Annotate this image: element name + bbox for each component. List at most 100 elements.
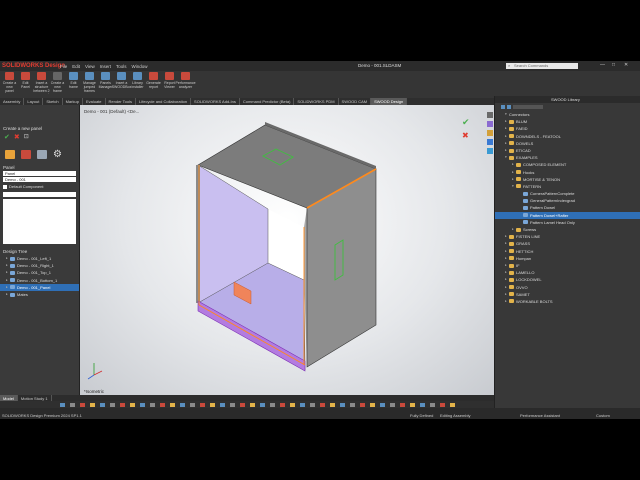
- design-tree-item[interactable]: ▸ Demo - 001_Bottom_1: [0, 277, 79, 284]
- library-item[interactable]: Pattern Dowel+Rafter: [495, 211, 640, 219]
- command-tab[interactable]: Markup: [63, 98, 83, 105]
- ribbon-button[interactable]: Performance analyzer: [175, 71, 196, 98]
- ribbon-button[interactable]: Generate report: [146, 71, 161, 98]
- cancel-icon[interactable]: ✖: [14, 133, 20, 141]
- strip-icon[interactable]: [190, 403, 195, 407]
- strip-icon[interactable]: [420, 403, 425, 407]
- command-tab[interactable]: Assembly: [0, 98, 25, 105]
- strip-icon[interactable]: [270, 403, 275, 407]
- search-commands-input[interactable]: Search Commands: [506, 63, 578, 69]
- command-tab[interactable]: Render Tools: [106, 98, 137, 105]
- menu-view[interactable]: View: [85, 64, 95, 69]
- strip-icon[interactable]: [430, 403, 435, 407]
- command-tab[interactable]: SWOOD CAM: [339, 98, 372, 105]
- design-tree-item[interactable]: ▸ Demo - 001_Left_1: [0, 255, 79, 262]
- ribbon-button[interactable]: Create a new frame: [50, 71, 65, 98]
- library-item[interactable]: Pattern Dowel: [495, 204, 640, 211]
- ribbon-button[interactable]: Create a new panel: [2, 71, 17, 98]
- taskpane-library-icon[interactable]: [486, 130, 493, 136]
- strip-icon[interactable]: [440, 403, 445, 407]
- status-units[interactable]: Custom: [596, 413, 610, 418]
- command-tab[interactable]: Lifecycle and Collaboration: [136, 98, 192, 105]
- library-item[interactable]: GeneralPatternIndexgrad: [495, 197, 640, 204]
- strip-icon[interactable]: [170, 403, 175, 407]
- command-tab[interactable]: Layout: [24, 98, 44, 105]
- strip-icon[interactable]: [240, 403, 245, 407]
- taskpane-swood-icon[interactable]: [486, 148, 493, 154]
- strip-icon[interactable]: [180, 403, 185, 407]
- cancel-x-icon[interactable]: ✖: [462, 131, 469, 140]
- strip-icon[interactable]: [110, 403, 115, 407]
- library-item[interactable]: ▸ FISTEN LINE: [495, 233, 640, 240]
- strip-icon[interactable]: [220, 403, 225, 407]
- graphics-viewport[interactable]: Demo - 001 (Default) <De... ✔ ✖ *Isometr…: [80, 105, 494, 395]
- library-icon[interactable]: [37, 150, 47, 159]
- library-item[interactable]: CorneraPatternComplete: [495, 190, 640, 197]
- strip-icon[interactable]: [390, 403, 395, 407]
- strip-icon[interactable]: [350, 403, 355, 407]
- ribbon-button[interactable]: Library installer: [130, 71, 145, 98]
- strip-icon[interactable]: [330, 403, 335, 407]
- strip-icon[interactable]: [60, 403, 65, 407]
- strip-icon[interactable]: [100, 403, 105, 407]
- design-tree-item[interactable]: ▸ Demo - 001_Right_1: [0, 262, 79, 269]
- menu-edit[interactable]: Edit: [72, 64, 80, 69]
- ribbon-button[interactable]: Insert a SWOODBox: [112, 71, 131, 98]
- status-assistant[interactable]: Performance Assistant: [520, 413, 560, 418]
- strip-icon[interactable]: [250, 403, 255, 407]
- library-item[interactable]: ▸ DOWNDELS - FEATOOL: [495, 133, 640, 140]
- menu-insert[interactable]: Insert: [100, 64, 111, 69]
- taskpane-resources-icon[interactable]: [486, 121, 493, 127]
- panel-name-field[interactable]: Panel: [3, 171, 76, 176]
- design-tree-item[interactable]: ▸ Demo - 001_Panel: [0, 283, 79, 291]
- strip-icon[interactable]: [400, 403, 405, 407]
- library-item[interactable]: ▸ BLUM: [495, 118, 640, 125]
- panel-parent-field[interactable]: Demo - 001: [3, 177, 76, 182]
- strip-icon[interactable]: [90, 403, 95, 407]
- menu-tools[interactable]: Tools: [116, 64, 127, 69]
- command-tab[interactable]: SOLIDWORKS PDM: [294, 98, 339, 105]
- menu-window[interactable]: Window: [132, 64, 148, 69]
- strip-icon[interactable]: [130, 403, 135, 407]
- library-toolbar-icon[interactable]: [501, 105, 505, 109]
- ribbon-button[interactable]: Edit Panel: [18, 71, 33, 98]
- strip-icon[interactable]: [320, 403, 325, 407]
- library-root[interactable]: ▾ Connectors: [495, 111, 640, 118]
- design-tree-item[interactable]: ▸ Demo - 001_Top_1: [0, 269, 79, 276]
- strip-icon[interactable]: [70, 403, 75, 407]
- strip-icon[interactable]: [410, 403, 415, 407]
- strip-icon[interactable]: [300, 403, 305, 407]
- strip-icon[interactable]: [200, 403, 205, 407]
- minimize-icon[interactable]: —: [600, 62, 605, 68]
- strip-icon[interactable]: [230, 403, 235, 407]
- library-item[interactable]: Pattern Lamel Head Only: [495, 219, 640, 226]
- menu-file[interactable]: File: [60, 64, 67, 69]
- command-tab[interactable]: Command Predictor (Beta): [240, 98, 295, 105]
- ribbon-button[interactable]: Insert a structure between 2 components: [32, 71, 51, 98]
- strip-icon[interactable]: [120, 403, 125, 407]
- library-item[interactable]: ▸ ETICAD: [495, 147, 640, 154]
- library-item[interactable]: ▾ PATTERN: [495, 183, 640, 190]
- ribbon-button[interactable]: Manage jumped frames: [82, 71, 97, 98]
- library-item[interactable]: ▸ IF: [495, 262, 640, 269]
- command-tab[interactable]: Evaluate: [83, 98, 106, 105]
- strip-icon[interactable]: [290, 403, 295, 407]
- cabinet-model[interactable]: [80, 105, 494, 395]
- default-component-checkbox[interactable]: [3, 184, 7, 189]
- library-item[interactable]: ▸ GRASS: [495, 240, 640, 247]
- strip-icon[interactable]: [280, 403, 285, 407]
- library-item[interactable]: ▸ Hompan: [495, 255, 640, 262]
- library-item[interactable]: ▸ Hooks: [495, 169, 640, 176]
- strip-icon[interactable]: [260, 403, 265, 407]
- strip-icon[interactable]: [450, 403, 455, 407]
- ribbon-button[interactable]: Edit frame: [66, 71, 81, 98]
- library-item[interactable]: ▸ LAMELLO: [495, 269, 640, 276]
- strip-icon[interactable]: [160, 403, 165, 407]
- taskpane-home-icon[interactable]: [486, 112, 493, 118]
- library-item[interactable]: ▸ OVVO: [495, 284, 640, 291]
- taskpane-explorer-icon[interactable]: [486, 139, 493, 145]
- strip-icon[interactable]: [140, 403, 145, 407]
- strip-icon[interactable]: [150, 403, 155, 407]
- library-item[interactable]: ▸ WORKABLE BOLTS: [495, 298, 640, 305]
- strip-icon[interactable]: [310, 403, 315, 407]
